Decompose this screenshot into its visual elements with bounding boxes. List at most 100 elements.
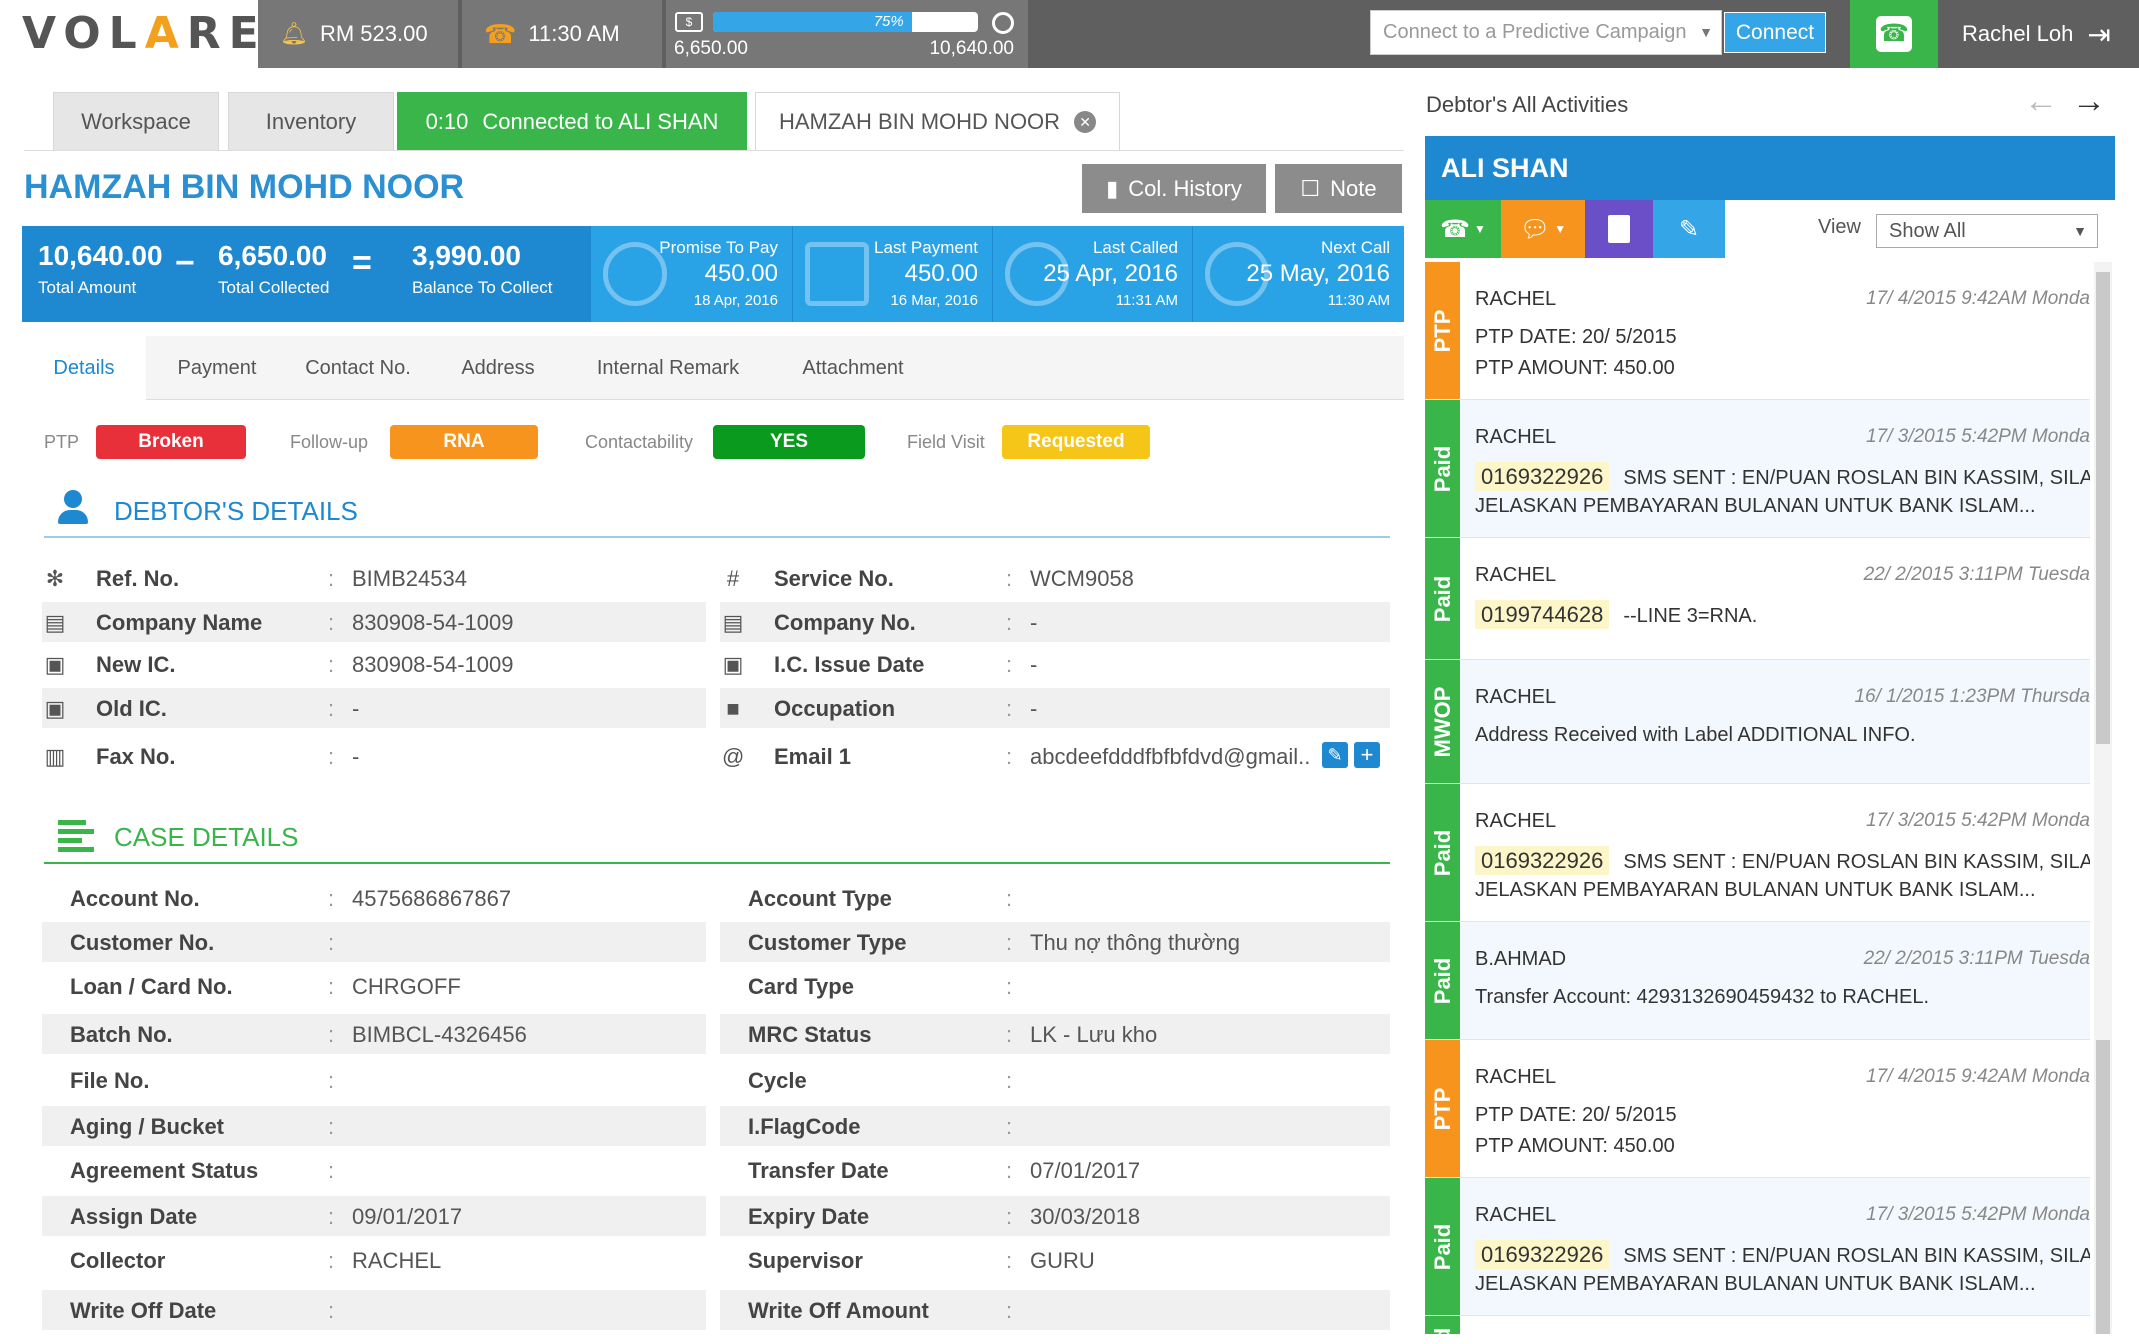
- arrow-left-icon[interactable]: ←: [2024, 82, 2072, 120]
- activity-item[interactable]: PTP RACHEL 17/ 4/2015 9:42AM Monda PTP DATE…: [1425, 1040, 2090, 1178]
- call-time-indicator[interactable]: ☎ 11:30 AM: [462, 0, 662, 68]
- field-value: -: [352, 696, 360, 721]
- ptp-status-badge: Broken: [96, 425, 246, 459]
- field-colon: :: [328, 1298, 335, 1323]
- activity-phone[interactable]: 0169322926: [1475, 462, 1610, 491]
- activity-type-label: Paid: [1429, 575, 1455, 622]
- edit-icon[interactable]: ✎: [1322, 742, 1348, 768]
- activity-type-tag: PTP: [1425, 1040, 1460, 1177]
- activity-line-2: JELASKAN PEMBAYARAN BULANAN UNTUK BANK I…: [1475, 1273, 2036, 1295]
- arrow-right-icon[interactable]: →: [2072, 82, 2120, 120]
- field-label: Loan / Card No.: [70, 974, 233, 999]
- call-filter-button[interactable]: ☎ ▼: [1425, 200, 1501, 258]
- field-colon: :: [328, 744, 335, 769]
- field-colon: :: [1006, 930, 1013, 955]
- chevron-down-icon: ▼: [1699, 24, 1713, 40]
- case-field: File No.:: [42, 1060, 706, 1100]
- balance-text: RM 523.00: [319, 21, 428, 46]
- field-label: MRC Status: [748, 1022, 872, 1047]
- field-label: Company Name: [96, 610, 263, 635]
- activity-list: PTP RACHEL 17/ 4/2015 9:42AM Monda PTP DATE…: [1425, 262, 2090, 1334]
- activity-type-tag: Paid: [1425, 784, 1460, 921]
- activity-date: 22/ 2/2015 3:11PM Tuesda: [1863, 948, 2090, 969]
- logout-icon[interactable]: ⇥: [2087, 18, 2110, 51]
- view-select[interactable]: Show All ▼: [1876, 214, 2098, 248]
- tab-details[interactable]: Details: [22, 336, 146, 400]
- activity-user: B.AHMAD: [1475, 948, 1567, 970]
- section-divider: [44, 862, 1390, 864]
- activity-item[interactable]: Paid RACHEL 22/ 2/2015 3:11PM Tuesda 019974…: [1425, 538, 2090, 660]
- tab-debtor[interactable]: HAMZAH BIN MOHD NOOR ✕: [755, 92, 1120, 151]
- campaign-select[interactable]: Connect to a Predictive Campaign ▼: [1370, 10, 1722, 55]
- top-bar: VOLARE 🔔︎ RM 523.00 ☎ 11:30 AM $ 75% 6,6…: [0, 0, 2139, 68]
- tab-contact-no[interactable]: Contact No.: [288, 336, 428, 400]
- tab-payment[interactable]: Payment: [146, 336, 288, 400]
- tab-connected-call[interactable]: 0:10 Connected to ALI SHAN: [397, 92, 747, 151]
- activity-line-1: 0169322926 SMS SENT : EN/PUAN ROSLAN BIN …: [1475, 1240, 2090, 1269]
- total-collected: 6,650.00 Total Collected: [218, 240, 330, 298]
- tab-internal-remark[interactable]: Internal Remark: [568, 336, 768, 400]
- field-colon: :: [328, 974, 335, 999]
- activity-item[interactable]: Paid B.AHMAD 22/ 2/2015 3:11PM Tuesda Trans…: [1425, 922, 2090, 1040]
- document-filter-button[interactable]: [1585, 200, 1653, 258]
- connect-button[interactable]: Connect: [1724, 12, 1826, 53]
- balance-indicator[interactable]: 🔔︎ RM 523.00: [258, 0, 458, 68]
- followup-status-badge: RNA: [390, 425, 538, 459]
- field-value: 830908-54-1009: [352, 610, 514, 635]
- activity-type-label: Paid: [1429, 445, 1455, 492]
- case-field: Card Type:: [720, 966, 1390, 1006]
- total-amount-value: 10,640.00: [38, 240, 163, 271]
- field-label: Transfer Date: [748, 1158, 889, 1183]
- campaign-placeholder: Connect to a Predictive Campaign: [1383, 21, 1687, 43]
- field-colon: :: [1006, 696, 1013, 721]
- activity-type-label: Paid: [1430, 1327, 1456, 1334]
- stat-promise-to-pay: Promise To Pay 450.00 18 Apr, 2016: [590, 226, 792, 322]
- tab-inventory[interactable]: Inventory: [228, 92, 394, 151]
- view-label: View: [1818, 216, 1861, 238]
- scroll-thumb[interactable]: [2096, 1040, 2110, 1334]
- activity-item[interactable]: PaidRACHEL22/ 2/2015 3:11PM Tuesda: [1425, 1316, 2090, 1334]
- scroll-thumb[interactable]: [2096, 272, 2110, 744]
- activity-item[interactable]: Paid RACHEL 17/ 3/2015 5:42PM Monda 0169322…: [1425, 784, 2090, 922]
- activity-line-1: Transfer Account: 4293132690459432 to RA…: [1475, 986, 1929, 1009]
- tab-attachment[interactable]: Attachment: [768, 336, 938, 400]
- activity-user: RACHEL: [1475, 810, 1557, 832]
- id-card-icon: ▣: [44, 652, 66, 677]
- case-field: Expiry Date:30/03/2018: [720, 1196, 1390, 1236]
- chevron-down-icon: ▼: [2073, 223, 2087, 239]
- dial-button[interactable]: ☎: [1850, 0, 1938, 68]
- field-label: Service No.: [774, 566, 894, 591]
- user-menu[interactable]: Rachel Loh ⇥: [1940, 0, 2139, 68]
- activity-phone[interactable]: 0169322926: [1475, 846, 1610, 875]
- money-icon: [805, 242, 869, 306]
- activity-line-1: Address Received with Label ADDITIONAL I…: [1475, 724, 1916, 747]
- tab-address[interactable]: Address: [428, 336, 568, 400]
- activity-item[interactable]: Paid RACHEL 17/ 3/2015 5:42PM Monda 0169322…: [1425, 400, 2090, 538]
- tab-workspace[interactable]: Workspace: [53, 92, 219, 151]
- field-label: Agreement Status: [70, 1158, 259, 1183]
- note-button[interactable]: ☐ Note: [1275, 164, 1402, 213]
- progress-fill: 75%: [713, 12, 912, 32]
- activity-type-label: MWOP: [1429, 686, 1455, 757]
- add-icon[interactable]: +: [1354, 742, 1380, 768]
- activity-item[interactable]: PTP RACHEL 17/ 4/2015 9:42AM Monda PTP DATE…: [1425, 262, 2090, 400]
- activity-item[interactable]: MWOP RACHEL 16/ 1/2015 1:23PM Thursda Addre…: [1425, 660, 2090, 784]
- field-label: Old IC.: [96, 696, 167, 721]
- field-visit-label: Field Visit: [907, 432, 985, 452]
- case-field: Customer Type: Thu nợ thông thường: [720, 922, 1390, 962]
- field-colon: :: [328, 1114, 335, 1139]
- edit-filter-button[interactable]: ✎: [1653, 200, 1725, 258]
- activity-phone[interactable]: 0169322926: [1475, 1240, 1610, 1269]
- activity-phone[interactable]: 0199744628: [1475, 600, 1610, 629]
- list-icon: [58, 820, 94, 852]
- close-icon[interactable]: ✕: [1074, 111, 1097, 133]
- contact-header: ALI SHAN: [1425, 136, 2115, 200]
- activity-user: RACHEL: [1475, 564, 1557, 586]
- sms-filter-button[interactable]: 💬︎ ▼: [1501, 200, 1585, 258]
- balance-value: 3,990.00: [412, 240, 521, 271]
- field-label: Supervisor: [748, 1248, 863, 1273]
- col-history-button[interactable]: ▮ Col. History: [1082, 164, 1266, 213]
- activity-item[interactable]: Paid RACHEL 17/ 3/2015 5:42PM Monda 0169322…: [1425, 1178, 2090, 1316]
- field-colon: :: [328, 930, 335, 955]
- activity-type-label: PTP: [1429, 1087, 1455, 1130]
